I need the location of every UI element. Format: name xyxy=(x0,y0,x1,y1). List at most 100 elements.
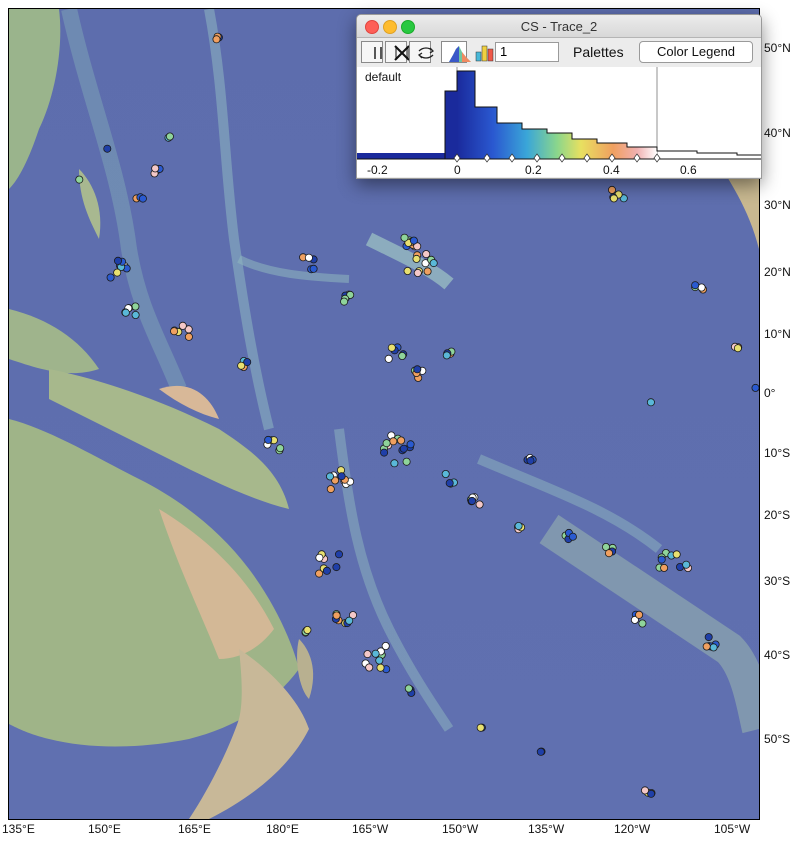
observation-point[interactable] xyxy=(536,747,545,756)
observation-point[interactable] xyxy=(384,354,393,363)
observation-point[interactable] xyxy=(672,550,681,559)
observation-point[interactable] xyxy=(212,35,221,44)
observation-point[interactable] xyxy=(406,440,415,449)
observation-point[interactable] xyxy=(264,435,273,444)
observation-point[interactable] xyxy=(138,194,147,203)
observation-point[interactable] xyxy=(605,549,614,558)
observation-point[interactable] xyxy=(709,643,718,652)
observation-point[interactable] xyxy=(609,194,618,203)
color-histogram[interactable]: default -0.2 0 0.2 0.4 0.6 xyxy=(357,67,761,177)
observation-point[interactable] xyxy=(334,550,343,559)
observation-point[interactable] xyxy=(390,459,399,468)
observation-point[interactable] xyxy=(682,560,691,569)
observation-point[interactable] xyxy=(325,472,334,481)
observation-point[interactable] xyxy=(340,297,349,306)
observation-point[interactable] xyxy=(131,302,140,311)
lat-label-30s: 30°S xyxy=(764,574,791,588)
observation-point[interactable] xyxy=(380,448,389,457)
observation-point[interactable] xyxy=(646,398,655,407)
observation-point[interactable] xyxy=(641,786,650,795)
observation-point[interactable] xyxy=(413,268,422,277)
observation-point[interactable] xyxy=(397,436,406,445)
lat-label-20s: 20°S xyxy=(764,508,791,522)
histogram-mode-button[interactable] xyxy=(441,41,471,63)
observation-point[interactable] xyxy=(403,266,412,275)
observation-point[interactable] xyxy=(526,456,535,465)
observation-point[interactable] xyxy=(151,164,160,173)
observation-point[interactable] xyxy=(165,132,174,141)
observation-point[interactable] xyxy=(332,563,341,572)
observation-point[interactable] xyxy=(103,144,112,153)
observation-point[interactable] xyxy=(113,268,122,277)
observation-point[interactable] xyxy=(422,250,431,259)
observation-point[interactable] xyxy=(376,663,385,672)
bars-mode-button[interactable] xyxy=(469,41,494,63)
observation-point[interactable] xyxy=(322,566,331,575)
observation-point[interactable] xyxy=(315,553,324,562)
observation-point[interactable] xyxy=(702,642,711,651)
observation-point[interactable] xyxy=(237,361,246,370)
observation-point[interactable] xyxy=(337,472,346,481)
pause-button[interactable] xyxy=(361,41,383,63)
lon-label-180e: 180°E xyxy=(266,822,299,836)
observation-point[interactable] xyxy=(467,496,476,505)
observation-point[interactable] xyxy=(608,185,617,194)
observation-point[interactable] xyxy=(445,479,454,488)
observation-point[interactable] xyxy=(309,264,318,273)
observation-point[interactable] xyxy=(751,383,759,392)
observation-point[interactable] xyxy=(389,437,398,446)
observation-point[interactable] xyxy=(106,273,115,282)
observation-point[interactable] xyxy=(442,351,451,360)
observation-point[interactable] xyxy=(121,308,130,317)
observation-point[interactable] xyxy=(660,563,669,572)
observation-point[interactable] xyxy=(365,663,374,672)
observation-point[interactable] xyxy=(704,633,713,642)
observation-point[interactable] xyxy=(423,267,432,276)
observation-point[interactable] xyxy=(514,522,523,531)
observation-point[interactable] xyxy=(413,365,422,374)
observation-point[interactable] xyxy=(412,254,421,263)
observation-point[interactable] xyxy=(184,332,193,341)
observation-point[interactable] xyxy=(303,626,312,635)
color-scale-window[interactable]: CS - Trace_2 1 Palettes Color Legend def… xyxy=(356,14,762,179)
observation-point[interactable] xyxy=(326,485,335,494)
observation-point[interactable] xyxy=(476,723,485,732)
clear-button[interactable] xyxy=(385,41,410,63)
observation-point[interactable] xyxy=(441,469,450,478)
color-legend-button[interactable]: Color Legend xyxy=(639,41,753,63)
observation-point[interactable] xyxy=(75,175,84,184)
observation-point[interactable] xyxy=(332,611,341,620)
observation-point[interactable] xyxy=(409,236,418,245)
observation-point[interactable] xyxy=(375,656,384,665)
hist-tick-04: 0.4 xyxy=(603,163,620,177)
window-title: CS - Trace_2 xyxy=(520,19,598,34)
observation-point[interactable] xyxy=(399,444,408,453)
observation-point[interactable] xyxy=(733,344,742,353)
observation-point[interactable] xyxy=(114,256,123,265)
observation-point[interactable] xyxy=(638,619,647,628)
value-input[interactable]: 1 xyxy=(495,42,559,62)
observation-point[interactable] xyxy=(304,253,313,262)
palettes-button[interactable]: Palettes xyxy=(573,44,624,60)
observation-point[interactable] xyxy=(691,281,700,290)
observation-point[interactable] xyxy=(363,650,372,659)
observation-point[interactable] xyxy=(387,343,396,352)
observation-point[interactable] xyxy=(475,500,484,509)
observation-point[interactable] xyxy=(131,310,140,319)
observation-point[interactable] xyxy=(400,233,409,242)
observation-point[interactable] xyxy=(404,684,413,693)
observation-point[interactable] xyxy=(568,532,577,541)
observation-point[interactable] xyxy=(429,259,438,268)
observation-point[interactable] xyxy=(402,457,411,466)
observation-point[interactable] xyxy=(398,351,407,360)
observation-point[interactable] xyxy=(382,439,391,448)
observation-point[interactable] xyxy=(170,327,179,336)
window-titlebar[interactable]: CS - Trace_2 xyxy=(357,15,761,38)
swap-button[interactable] xyxy=(409,41,435,63)
observation-point[interactable] xyxy=(276,444,285,453)
observation-point[interactable] xyxy=(657,555,666,564)
observation-point[interactable] xyxy=(345,616,354,625)
observation-point[interactable] xyxy=(371,649,380,658)
observation-point[interactable] xyxy=(635,610,644,619)
observation-point[interactable] xyxy=(178,321,187,330)
